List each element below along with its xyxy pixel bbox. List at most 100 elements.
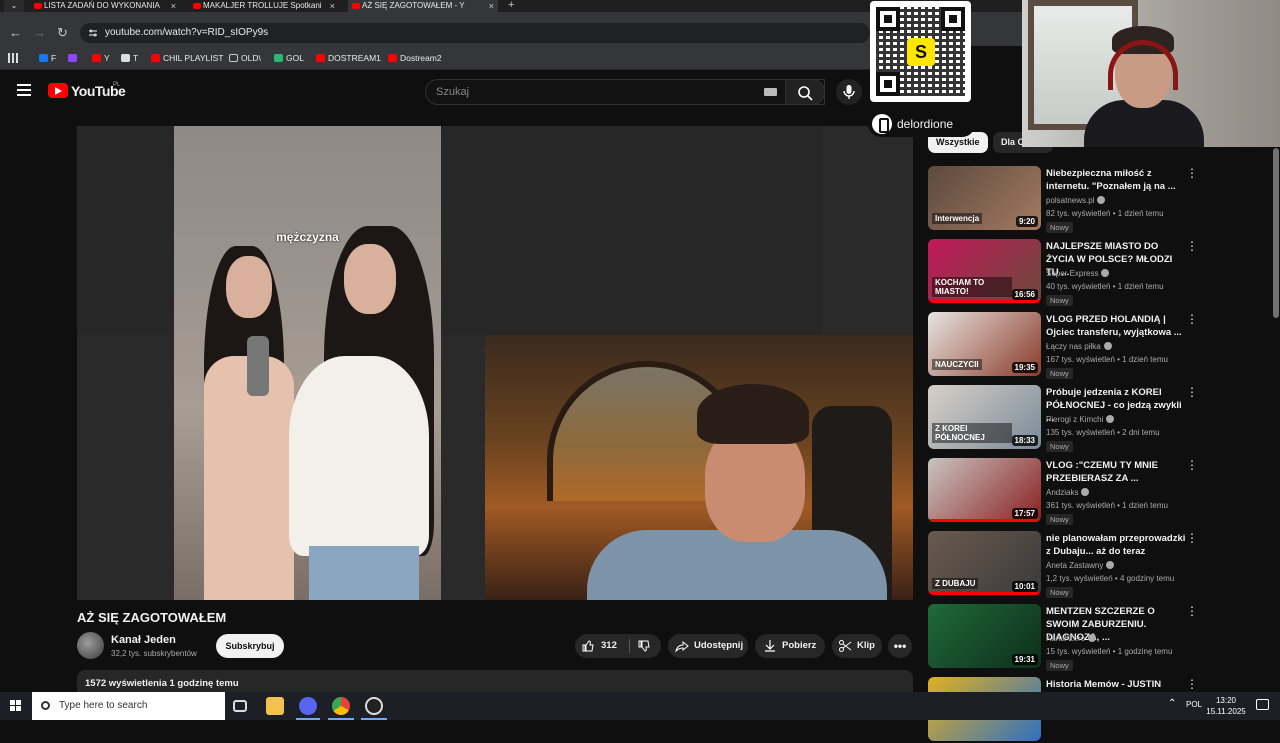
discord-icon[interactable] [299, 697, 317, 715]
more-options-icon[interactable]: ⋮ [1186, 532, 1198, 544]
video-duration: 19:31 [1011, 654, 1038, 665]
recommendation-title[interactable]: Niebezpieczna miłość z internetu. "Pozna… [1046, 167, 1186, 193]
channel-name: Kanał Zero [1046, 634, 1086, 643]
recommendation-item[interactable]: Z KOREI PÓŁNOCNEJ 18:33 Próbuje jedzenia z… [928, 385, 1268, 452]
video-thumbnail[interactable]: Z KOREI PÓŁNOCNEJ 18:33 [928, 385, 1041, 449]
subscribe-button[interactable]: Subskrybuj [216, 634, 284, 658]
recommendation-channel[interactable]: polsatnews.pl [1046, 196, 1106, 205]
recommendation-title[interactable]: Historia Memów - JUSTIN [1046, 678, 1186, 691]
browser-tab-2[interactable]: MAKALJER TROLLUJE Spotkani × [189, 0, 339, 12]
bookmark-facebook[interactable]: F [39, 51, 56, 65]
bookmark-x[interactable]: T [121, 51, 138, 65]
recommendation-channel[interactable]: Super Express [1046, 269, 1110, 278]
more-options-icon[interactable]: ⋮ [1186, 678, 1198, 690]
recommendation-channel[interactable]: Łączy nas piłka [1046, 342, 1112, 351]
qr-finder-pattern [876, 7, 900, 31]
recommendation-channel[interactable]: Pierogi z Kimchi [1046, 415, 1115, 424]
new-tab-button[interactable]: + [508, 0, 514, 11]
site-info-icon[interactable] [88, 28, 98, 38]
browser-tab-1[interactable]: LISTA ZADAŃ DO WYKONANIA × [30, 0, 180, 12]
youtube-favicon-icon [193, 3, 201, 9]
recommendation-channel[interactable]: Aneta Zastawny [1046, 561, 1115, 570]
channel-name: Łączy nas piłka [1046, 342, 1101, 351]
channel-name[interactable]: Kanał Jeden [111, 634, 176, 646]
more-actions-button[interactable]: ••• [888, 634, 912, 658]
more-options-icon[interactable]: ⋮ [1186, 167, 1198, 179]
forward-arrow-icon[interactable]: → [33, 26, 46, 40]
tab-list-icon[interactable]: ⌄ [4, 0, 24, 12]
video-thumbnail[interactable]: 17:57 [928, 458, 1041, 522]
more-options-icon[interactable]: ⋮ [1186, 386, 1198, 398]
bookmark-dostream1[interactable]: DOSTREAM1 [316, 51, 381, 65]
thumbnail-text: Z KOREI PÓŁNOCNEJ [932, 423, 1012, 443]
recommendation-title[interactable]: VLOG :"CZEMU TY MNIE PRZEBIERASZ ZA ... [1046, 459, 1186, 485]
recommendation-item[interactable]: Interwencja 9:20 Niebezpieczna miłość z in… [928, 166, 1268, 233]
reload-icon[interactable]: ↻ [57, 26, 68, 40]
sidebar-scrollbar[interactable] [1272, 148, 1280, 688]
recommendation-channel[interactable]: Kanał Zero [1046, 634, 1097, 643]
file-explorer-icon[interactable] [266, 697, 284, 715]
recommendation-title[interactable]: nie planowałam przeprowadzki z Dubaju...… [1046, 532, 1186, 558]
browser-tab-3-active[interactable]: AŻ SIĘ ZAGOTOWAŁEM - Y × [348, 0, 498, 12]
dislike-icon[interactable] [637, 639, 651, 653]
recommendation-channel[interactable]: Andziaks [1046, 488, 1090, 497]
bookmark-folder-old[interactable]: OLD\ [229, 51, 261, 65]
share-button[interactable]: Udostępnij [668, 634, 748, 658]
recommendation-item[interactable]: KOCHAM TO MIASTO! 16:56 NAJLEPSZE MIASTO D… [928, 239, 1268, 306]
video-player[interactable]: mężczyzna [77, 126, 913, 600]
bookmark-youtube[interactable]: Y [92, 51, 110, 65]
like-dislike-group: 312 [575, 634, 661, 658]
channel-avatar[interactable] [77, 632, 104, 659]
obs-icon[interactable] [365, 697, 383, 715]
windows-start-icon[interactable] [10, 700, 22, 712]
youtube-logo-icon[interactable] [48, 83, 68, 98]
more-options-icon[interactable]: ⋮ [1186, 459, 1198, 471]
recommendation-item[interactable]: 19:31 MENTZEN SZCZERZE O SWOIM ZABURZENIU… [928, 604, 1268, 671]
input-language[interactable]: POL [1186, 700, 1202, 709]
voice-search-button[interactable] [836, 79, 862, 105]
scissors-icon [839, 640, 852, 652]
video-thumbnail[interactable]: Z DUBAJU 10:01 [928, 531, 1041, 595]
video-thumbnail[interactable]: Interwencja 9:20 [928, 166, 1041, 230]
bookmark-chil-playlist[interactable]: CHIL PLAYLIST [151, 51, 223, 65]
more-options-icon[interactable]: ⋮ [1186, 605, 1198, 617]
close-tab-icon[interactable]: × [330, 0, 335, 12]
video-duration: 19:35 [1011, 362, 1038, 373]
scrollbar-thumb[interactable] [1273, 148, 1279, 318]
recommendation-meta: 167 tys. wyświetleń • 1 dzień temu [1046, 355, 1168, 364]
like-icon[interactable] [581, 639, 595, 653]
clock[interactable]: 13:20 15.11.2025 [1206, 695, 1246, 717]
close-tab-icon[interactable]: × [171, 0, 176, 12]
more-options-icon[interactable]: ⋮ [1186, 240, 1198, 252]
video-thumbnail[interactable]: NAUCZYCII 19:35 [928, 312, 1041, 376]
task-view-icon[interactable] [233, 700, 247, 712]
recommendation-item[interactable]: Z DUBAJU 10:01 nie planowałam przeprowadzk… [928, 531, 1268, 598]
new-badge: Nowy [1046, 441, 1073, 452]
watch-progress-bar [928, 592, 1041, 595]
apps-grid-icon[interactable] [8, 53, 18, 63]
menu-hamburger-icon[interactable] [17, 84, 31, 96]
video-thumbnail[interactable]: KOCHAM TO MIASTO! 16:56 [928, 239, 1041, 303]
download-button[interactable]: Pobierz [755, 634, 825, 658]
like-count[interactable]: 312 [601, 634, 617, 658]
search-button[interactable] [785, 79, 825, 105]
back-arrow-icon[interactable]: ← [9, 26, 22, 40]
clip-button[interactable]: Klip [832, 634, 882, 658]
video-thumbnail[interactable]: 19:31 [928, 604, 1041, 668]
bookmark-gol[interactable]: GOL [274, 51, 304, 65]
tray-chevron-icon[interactable]: ⌃ [1168, 698, 1176, 709]
youtube-icon [316, 54, 325, 62]
close-tab-icon[interactable]: × [489, 0, 494, 12]
recommendation-title[interactable]: VLOG PRZED HOLANDIĄ | Ojciec transferu, … [1046, 313, 1186, 339]
notifications-icon[interactable] [1256, 699, 1269, 710]
keyboard-icon[interactable] [764, 88, 777, 96]
taskbar-search-input[interactable]: Type here to search [32, 692, 225, 720]
recommendation-item[interactable]: 17:57 VLOG :"CZEMU TY MNIE PRZEBIERASZ ZA… [928, 458, 1268, 525]
chrome-icon[interactable] [332, 697, 350, 715]
url-bar[interactable]: youtube.com/watch?v=RID_sIOPy9s [80, 23, 870, 43]
bookmark-dostream2[interactable]: Dostream2 [388, 51, 442, 65]
recommendation-item[interactable]: NAUCZYCII 19:35 VLOG PRZED HOLANDIĄ | Ojci… [928, 312, 1268, 379]
video-caption-text: mężczyzna [276, 230, 339, 244]
more-options-icon[interactable]: ⋮ [1186, 313, 1198, 325]
description-box[interactable]: 1572 wyświetlenia 1 godzinę temu [77, 670, 913, 692]
